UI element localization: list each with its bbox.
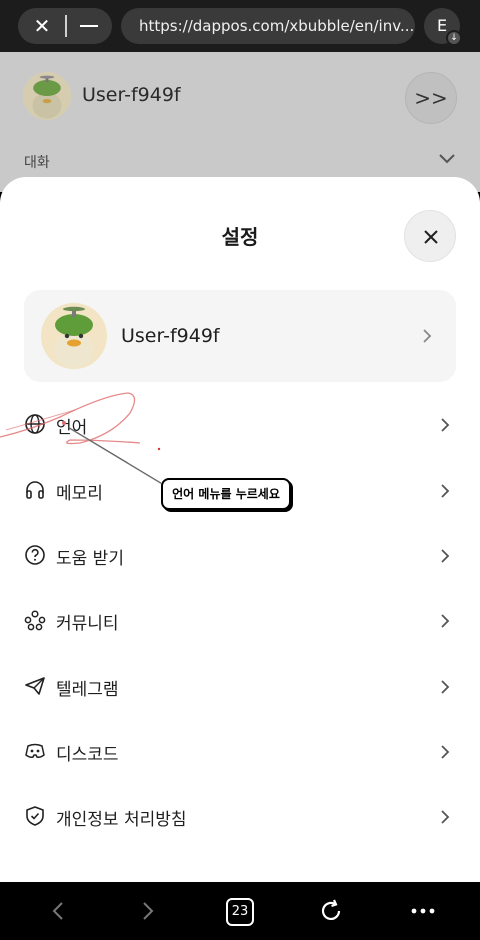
avatar [23, 72, 71, 120]
menu-item-label: 디스코드 [56, 745, 119, 765]
address-bar[interactable]: https://dappos.com/xbubble/en/inv... [121, 8, 415, 44]
menu-item-label: 커뮤니티 [56, 614, 119, 634]
menu-item-discord[interactable]: 디스코드 [0, 723, 480, 779]
menu-item-label: 언어 [56, 418, 88, 438]
download-icon: ↓ [446, 30, 462, 46]
discord-icon [25, 743, 45, 758]
globe-icon [25, 414, 45, 434]
menu-item-language[interactable]: 언어 [0, 396, 480, 452]
profile-button[interactable]: E ↓ [424, 8, 462, 46]
chevron-right-icon [441, 680, 450, 694]
reload-icon[interactable] [317, 897, 345, 925]
chevron-right-icon [441, 810, 450, 824]
browser-top-bar: ✕ https://dappos.com/xbubble/en/inv... E… [0, 0, 480, 52]
chevron-right-icon [441, 745, 450, 759]
more-options-icon[interactable] [409, 897, 437, 925]
expand-sidebar-button[interactable]: >> [405, 72, 457, 124]
chat-section-label: 대화 [24, 155, 50, 171]
menu-item-label: 메모리 [56, 484, 103, 504]
tab-switcher-button[interactable]: 23 [226, 898, 254, 926]
back-icon[interactable] [44, 897, 72, 925]
avatar [41, 303, 107, 369]
community-icon [24, 610, 46, 631]
menu-item-label: 도움 받기 [56, 549, 124, 569]
menu-item-label: 개인정보 처리방침 [56, 810, 187, 830]
chevron-right-icon [441, 614, 450, 628]
minimize-window-button[interactable] [80, 25, 98, 27]
chevron-down-icon[interactable] [437, 150, 457, 166]
close-icon [424, 230, 438, 244]
user-name: User-f949f [121, 325, 220, 347]
close-window-button[interactable]: ✕ [32, 14, 52, 38]
help-circle-icon [25, 545, 45, 565]
divider [65, 15, 67, 37]
background-page: User-f949f >> 대화 [0, 52, 480, 192]
menu-item-telegram[interactable]: 텔레그램 [0, 658, 480, 714]
background-username: User-f949f [82, 84, 181, 106]
menu-item-privacy-policy[interactable]: 개인정보 처리방침 [0, 788, 480, 844]
chevron-right-icon [441, 549, 450, 563]
menu-item-community[interactable]: 커뮤니티 [0, 592, 480, 648]
menu-item-help[interactable]: 도움 받기 [0, 527, 480, 583]
profile-initial: E [436, 16, 448, 35]
shield-check-icon [26, 806, 44, 826]
chevron-right-icon [441, 484, 450, 498]
chevron-right-icon [441, 418, 450, 432]
user-profile-card[interactable]: User-f949f [24, 290, 456, 382]
close-button[interactable] [404, 210, 456, 262]
window-controls: ✕ [18, 8, 112, 44]
forward-icon[interactable] [134, 897, 162, 925]
telegram-icon [25, 677, 45, 695]
menu-item-label: 텔레그램 [56, 680, 119, 700]
headphones-icon [26, 481, 44, 499]
browser-bottom-bar: 23 [0, 882, 480, 940]
annotation-tooltip: 언어 메뉴를 누르세요 [161, 478, 291, 510]
settings-sheet: 설정 User-f949f 언어 메모리 도움 받기 커뮤니티 텔레그램 디스코… [0, 177, 480, 882]
chevron-right-icon [423, 329, 432, 343]
